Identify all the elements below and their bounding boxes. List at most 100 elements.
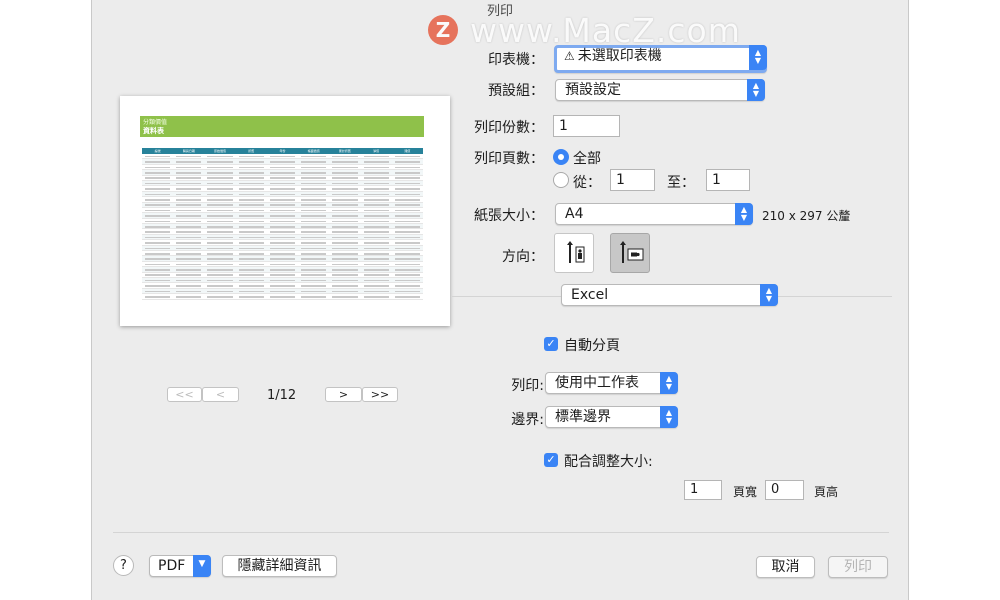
pages-range-radio[interactable] [553, 172, 569, 188]
next-page-button[interactable]: > [325, 387, 362, 402]
preview-table-cell [332, 215, 358, 217]
preview-table-cell [332, 182, 358, 185]
preview-table-cell [301, 161, 327, 163]
preview-table-cell [145, 155, 171, 158]
preview-table-cell [394, 215, 420, 217]
preview-table-row [142, 294, 423, 300]
preview-table-cell [332, 242, 358, 244]
preview-table-cell [145, 236, 171, 239]
pages-to-field[interactable]: 1 [706, 169, 750, 191]
landscape-orientation-button[interactable] [610, 233, 650, 273]
preview-column-header: 累計折舊 [338, 149, 351, 153]
preview-table-cell [207, 172, 233, 174]
margins-popup[interactable]: 標準邊界 ▲ ▼ [545, 406, 678, 428]
chevron-updown-icon: ▲ ▼ [747, 79, 765, 101]
preview-table-cell [269, 215, 296, 217]
preview-table-cell [394, 236, 420, 239]
print-what-label: 列印: [511, 378, 544, 394]
printer-label: 印表機： [488, 52, 544, 68]
preview-table-cell [145, 269, 171, 271]
preview-table-cell [207, 182, 233, 185]
preview-table-cell [332, 269, 358, 271]
preview-table-cell [301, 166, 327, 169]
preview-table-cell [363, 285, 389, 287]
preview-table-cell [332, 155, 358, 158]
preview-table-cell [363, 161, 389, 163]
preview-table-cell [332, 247, 358, 250]
preview-table-cell [269, 290, 296, 293]
preview-table-cell [176, 296, 202, 298]
preview-table-cell [301, 236, 327, 239]
copies-field[interactable]: 1 [553, 115, 620, 137]
preview-table-cell [394, 199, 420, 201]
preview-table-cell [394, 274, 420, 277]
cancel-button[interactable]: 取消 [756, 556, 815, 578]
presets-label: 預設組： [488, 83, 544, 99]
preview-table-cell [207, 290, 233, 293]
preview-table-cell [176, 166, 202, 169]
preview-table-cell [363, 263, 389, 266]
presets-popup[interactable]: 預設設定 ▲ ▼ [555, 79, 765, 101]
preview-table-cell [394, 252, 420, 255]
auto-paging-checkbox[interactable]: ✓ [544, 337, 558, 351]
hide-details-button[interactable]: 隱藏詳細資訊 [222, 555, 337, 577]
preview-table-cell [176, 269, 202, 271]
section-popup[interactable]: Excel ▲ ▼ [561, 284, 778, 306]
preview-table-cell [269, 274, 296, 277]
help-button[interactable]: ? [113, 555, 134, 576]
preview-table-cell [145, 285, 171, 287]
preview-table-cell [332, 220, 358, 223]
orientation-label: 方向： [502, 249, 544, 265]
preview-table-cell [176, 161, 202, 163]
preview-table-cell [394, 161, 420, 163]
pages-all-radio[interactable] [553, 149, 569, 165]
fit-to-checkbox[interactable]: ✓ [544, 453, 558, 467]
preview-table-cell [176, 263, 202, 266]
preview-table-cell [301, 258, 327, 260]
preview-table-cell [332, 231, 358, 233]
preview-table-cell [238, 242, 264, 244]
preview-table-cell [363, 269, 389, 271]
previous-page-button[interactable]: < [202, 387, 239, 402]
preview-table-cell [176, 220, 202, 223]
last-page-button[interactable]: >> [362, 387, 398, 402]
preview-table-cell [301, 182, 327, 185]
pdf-menu-button[interactable]: PDF ▼ [149, 555, 211, 577]
printer-popup[interactable]: ⚠ 未選取印表機 ▲ ▼ [554, 45, 767, 73]
preview-table-cell [238, 225, 264, 228]
preview-table-cell [301, 193, 327, 196]
pages-from-field[interactable]: 1 [610, 169, 655, 191]
preview-table-cell [207, 193, 233, 196]
section-popup-value: Excel [571, 287, 609, 303]
preview-table-cell [363, 242, 389, 244]
preview-table-cell [145, 225, 171, 228]
preview-table-cell [238, 247, 264, 250]
preview-table-body [142, 154, 423, 300]
paper-size-label: 紙張大小： [474, 208, 544, 224]
fit-width-field[interactable]: 1 [684, 480, 722, 500]
print-button[interactable]: 列印 [828, 556, 888, 578]
preview-table-cell [301, 269, 327, 271]
preview-table-cell [145, 182, 171, 185]
print-what-popup[interactable]: 使用中工作表 ▲ ▼ [545, 372, 678, 394]
fit-height-field[interactable]: 0 [765, 480, 804, 500]
preview-table-cell [176, 285, 202, 287]
preview-table-cell [176, 155, 202, 158]
preview-table-cell [238, 166, 264, 169]
preview-table-cell [394, 193, 420, 196]
preview-table-cell [145, 247, 171, 250]
paper-size-popup[interactable]: A4 ▲ ▼ [555, 203, 753, 225]
preview-table-cell [301, 209, 327, 212]
portrait-orientation-button[interactable] [554, 233, 594, 273]
preview-table-cell [394, 263, 420, 266]
preview-table-cell [269, 236, 296, 239]
preview-table-cell [394, 285, 420, 287]
print-dialog: 列印 分類價值 資料表 編號 購買日期 原始價值 折舊 年份 帳面價值 累計折舊 淨值 殘值 <… [91, 0, 909, 600]
preview-table-cell [394, 225, 420, 228]
preview-table-cell [394, 220, 420, 223]
preview-table-cell [176, 252, 202, 255]
preview-table-cell [269, 204, 296, 206]
preview-table-cell [238, 285, 264, 287]
preview-table-cell [238, 290, 264, 293]
first-page-button[interactable]: << [167, 387, 202, 402]
